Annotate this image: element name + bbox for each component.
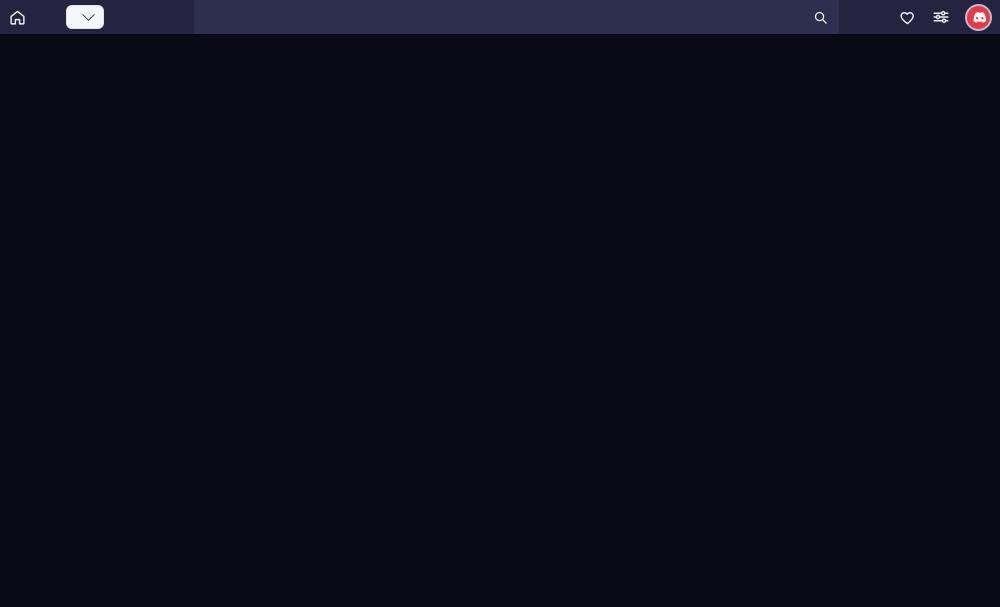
sliders-icon[interactable] [931,7,951,27]
artist-card-grid [0,34,1000,48]
avatar[interactable] [965,3,992,31]
chevron-down-icon [82,7,95,21]
more-dropdown-button[interactable] [66,5,104,29]
header-actions [897,0,992,34]
search-input[interactable] [206,10,809,24]
search-icon[interactable] [809,6,831,28]
top-navigation-bar [0,0,1000,34]
heart-icon[interactable] [897,7,917,27]
home-button[interactable] [0,0,34,34]
search-bar[interactable] [194,0,839,34]
home-icon [9,9,26,26]
